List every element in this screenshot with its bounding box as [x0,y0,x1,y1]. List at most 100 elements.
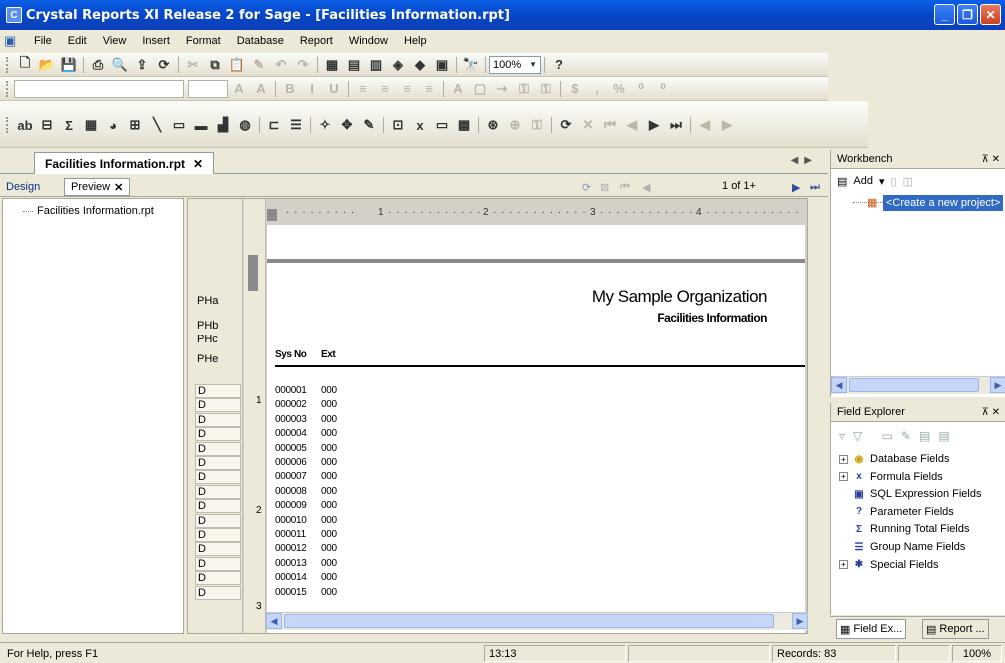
menu-edit[interactable]: Edit [60,35,95,47]
fe-item[interactable]: + ◉ Database Fields [839,453,950,465]
open-icon[interactable]: 📂 [36,55,58,75]
fe-item[interactable]: + ✱ Special Fields [839,559,938,571]
chart-icon[interactable]: ▟ [212,115,234,135]
percent-icon[interactable]: % [608,79,630,99]
row-ext[interactable]: 000 [321,414,337,425]
map-icon[interactable]: ◍ [234,115,256,135]
font-size-select[interactable] [188,79,228,98]
add-dropdown-icon[interactable]: ▾ [879,175,885,188]
nav-stop-icon[interactable]: ⊠ [600,178,609,196]
row-ext[interactable]: 000 [321,587,337,598]
section-pha[interactable]: PHa [195,293,241,309]
border-icon[interactable]: ▢ [469,79,491,99]
new-folder-icon[interactable]: ▯ [891,175,897,188]
row-sys-no[interactable]: 000005 [275,443,321,454]
row-ext[interactable]: 000 [321,572,337,583]
toggle-tree-icon[interactable]: ▦ [321,55,343,75]
menu-file[interactable]: File [26,35,60,47]
menu-report[interactable]: Report [292,35,341,47]
minimize-button[interactable]: _ [934,4,955,25]
workbench-hscrollbar[interactable]: ◀ ▶ [831,376,1005,394]
align-right-icon[interactable]: ≡ [396,79,418,99]
horizontal-scrollbar[interactable]: ◀ ▶ [266,612,808,630]
suppress-icon[interactable]: ⇢ [491,79,513,99]
wb-scroll-right-icon[interactable]: ▶ [990,377,1005,393]
scroll-left-icon[interactable]: ◀ [266,613,282,629]
document-icon[interactable]: ▣ [4,33,20,49]
find-icon[interactable]: 🔭 [460,55,482,75]
workbench-pin-close-icon[interactable]: ⊼ ✕ [982,154,1000,165]
close-preview-icon[interactable]: ✕ [114,181,123,194]
menu-format[interactable]: Format [178,35,229,47]
record-select-icon[interactable]: ✥ [336,115,358,135]
refresh-data-icon[interactable]: ⟳ [153,55,175,75]
last-page-icon[interactable]: ⏭ [665,115,687,135]
section-detail[interactable]: D [195,456,241,470]
section-detail[interactable]: D [195,528,241,542]
row-sys-no[interactable]: 000006 [275,457,321,468]
group-icon[interactable]: ⊟ [36,115,58,135]
row-sys-no[interactable]: 000013 [275,558,321,569]
select-expert-icon[interactable]: ✧ [314,115,336,135]
section-detail[interactable]: D [195,398,241,413]
save-icon[interactable]: 💾 [58,55,80,75]
line-icon[interactable]: ╲ [146,115,168,135]
subreport-icon[interactable]: ⊞ [124,115,146,135]
italic-icon[interactable]: I [301,79,323,99]
row-ext[interactable]: 000 [321,443,337,454]
row-ext[interactable]: 000 [321,428,337,439]
decrease-decimals-icon[interactable]: ⁰ [652,79,674,99]
undo-icon[interactable]: ↶ [270,55,292,75]
row-sys-no[interactable]: 000011 [275,529,321,540]
box-icon[interactable]: ▭ [168,115,190,135]
wb-scroll-left-icon[interactable]: ◀ [831,377,847,393]
row-sys-no[interactable]: 000012 [275,543,321,554]
database-expert-icon[interactable]: ⊛ [482,115,504,135]
tab-scroll-arrows-icon[interactable]: ◀▶ [791,155,818,166]
thousands-icon[interactable]: , [586,79,608,99]
expand-icon[interactable]: + [839,472,848,482]
row-ext[interactable]: 000 [321,457,337,468]
expand-icon[interactable]: + [839,560,848,570]
scroll-down-icon[interactable]: ▼ [807,589,808,605]
section-phc[interactable]: PHc [195,335,241,343]
forward-icon[interactable]: ▶ [716,115,738,135]
align-left-icon[interactable]: ≡ [352,79,374,99]
section-detail[interactable]: D [195,556,241,571]
formula-workshop-icon[interactable]: ⊡ [387,115,409,135]
template-icon[interactable]: ▩ [453,115,475,135]
text-object-icon[interactable]: ab [14,115,36,135]
tab-field-explorer[interactable]: ▦ Field Ex... [836,619,907,639]
nav-first-icon[interactable]: ⏮ [620,178,630,196]
close-tab-icon[interactable]: ✕ [193,157,203,171]
tree-item-report[interactable]: Facilities Information.rpt [23,205,154,217]
section-detail[interactable]: D [195,585,241,600]
row-ext[interactable]: 000 [321,385,337,396]
expand-icon[interactable]: + [839,454,848,464]
row-ext[interactable]: 000 [321,515,337,526]
nav-next-icon[interactable]: ▶ [792,178,800,196]
fe-pin-close-icon[interactable]: ⊼ ✕ [982,407,1000,418]
fe-toolbar-icons[interactable]: ▿▽ ▭✎▤▤ [839,429,958,443]
row-sys-no[interactable]: 000004 [275,428,321,439]
row-sys-no[interactable]: 000008 [275,486,321,497]
justify-icon[interactable]: ≡ [418,79,440,99]
sql-expression-icon[interactable]: ▭ [431,115,453,135]
lock-icon[interactable]: ⚿ [526,115,548,135]
restore-button[interactable]: ❐ [957,4,978,25]
vertical-scrollbar[interactable]: ▲ ▼ [806,239,808,605]
workbench-icon[interactable]: ▣ [431,55,453,75]
show-sql-icon[interactable]: ⊕ [504,115,526,135]
wb-hscroll-thumb[interactable] [849,378,979,392]
menu-database[interactable]: Database [229,35,292,47]
field-explorer-icon[interactable]: ▤ [343,55,365,75]
print-preview-icon[interactable]: 🔍 [109,55,131,75]
nav-refresh-icon[interactable]: ⟳ [582,178,591,196]
section-detail[interactable]: D [195,412,241,427]
add-button[interactable]: Add [853,175,873,187]
row-ext[interactable]: 000 [321,471,337,482]
export-icon[interactable]: ⇪ [131,55,153,75]
font-name-select[interactable] [14,79,184,98]
help-icon[interactable]: ? [548,55,570,75]
row-sys-no[interactable]: 000014 [275,572,321,583]
